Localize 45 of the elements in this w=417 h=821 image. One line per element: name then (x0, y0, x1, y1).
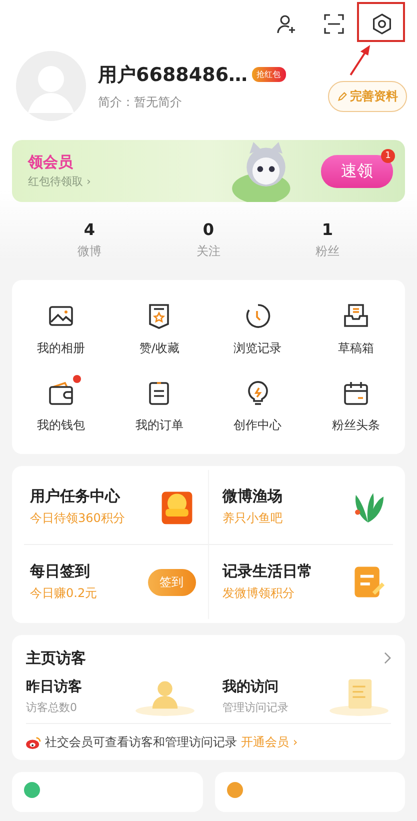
bio-text: 简介：暂无简介 (98, 94, 183, 110)
notice-text: 社交会员可查看访客和管理访问记录 (45, 734, 237, 750)
highlight-box (357, 2, 405, 42)
visitor-title[interactable]: 昨日访客 (26, 678, 82, 696)
shortcut-label[interactable]: 我的相册 (37, 340, 86, 357)
inbox-icon[interactable] (342, 302, 370, 330)
feature-icon (24, 782, 40, 798)
add-friend-icon[interactable] (274, 12, 298, 36)
notification-dot (73, 375, 82, 383)
clock-icon[interactable] (244, 302, 272, 330)
banner-subtitle: 红包待领取 › (28, 174, 92, 189)
task-title[interactable]: 微博渔场 (222, 487, 282, 506)
stat-count[interactable]: 0 (202, 220, 214, 239)
scan-icon[interactable] (322, 12, 346, 36)
visitor-subtitle: 管理访问记录 (222, 700, 288, 714)
pencil-icon (337, 90, 348, 102)
visitor-title[interactable]: 我的访问 (222, 678, 288, 696)
wallet-icon[interactable] (47, 379, 76, 407)
stat-count[interactable]: 1 (322, 220, 334, 239)
task-title[interactable]: 每日签到 (30, 562, 98, 581)
stat-count[interactable]: 4 (84, 220, 96, 239)
feature-icon (226, 782, 242, 798)
chevron-right-icon[interactable] (384, 652, 391, 664)
shortcut-label[interactable]: 草稿箱 (338, 340, 374, 357)
settings-icon[interactable] (370, 12, 394, 36)
calendar-icon[interactable] (342, 379, 370, 407)
shortcut-label[interactable]: 我的钱包 (37, 417, 86, 434)
weibo-logo-icon (26, 736, 41, 748)
shortcut-label[interactable]: 赞/收藏 (139, 340, 180, 357)
task-subtitle: 今日赚0.2元 (30, 585, 98, 602)
task-subtitle: 发微博领积分 (222, 585, 296, 602)
visitor-subtitle: 访客总数0 (26, 700, 78, 714)
user-name: 用户6688486… (98, 62, 248, 88)
banner-title: 领会员 (28, 153, 74, 172)
task-title[interactable]: 记录生活日常 (222, 562, 312, 581)
notification-badge: 1 (381, 148, 395, 162)
shortcut-label[interactable]: 我的订单 (135, 417, 184, 434)
shortcut-label[interactable]: 粉丝头条 (332, 417, 380, 434)
shortcut-label[interactable]: 浏览记录 (234, 340, 282, 357)
task-subtitle: 养只小鱼吧 (222, 510, 282, 527)
membership-banner[interactable]: 领会员 红包待领取 › 速领 1 (12, 140, 405, 202)
shortcut-label[interactable]: 创作中心 (234, 417, 282, 434)
section-title: 主页访客 (26, 648, 86, 668)
task-subtitle: 今日待领360积分 (30, 510, 125, 527)
task-title[interactable]: 用户任务中心 (30, 487, 125, 506)
